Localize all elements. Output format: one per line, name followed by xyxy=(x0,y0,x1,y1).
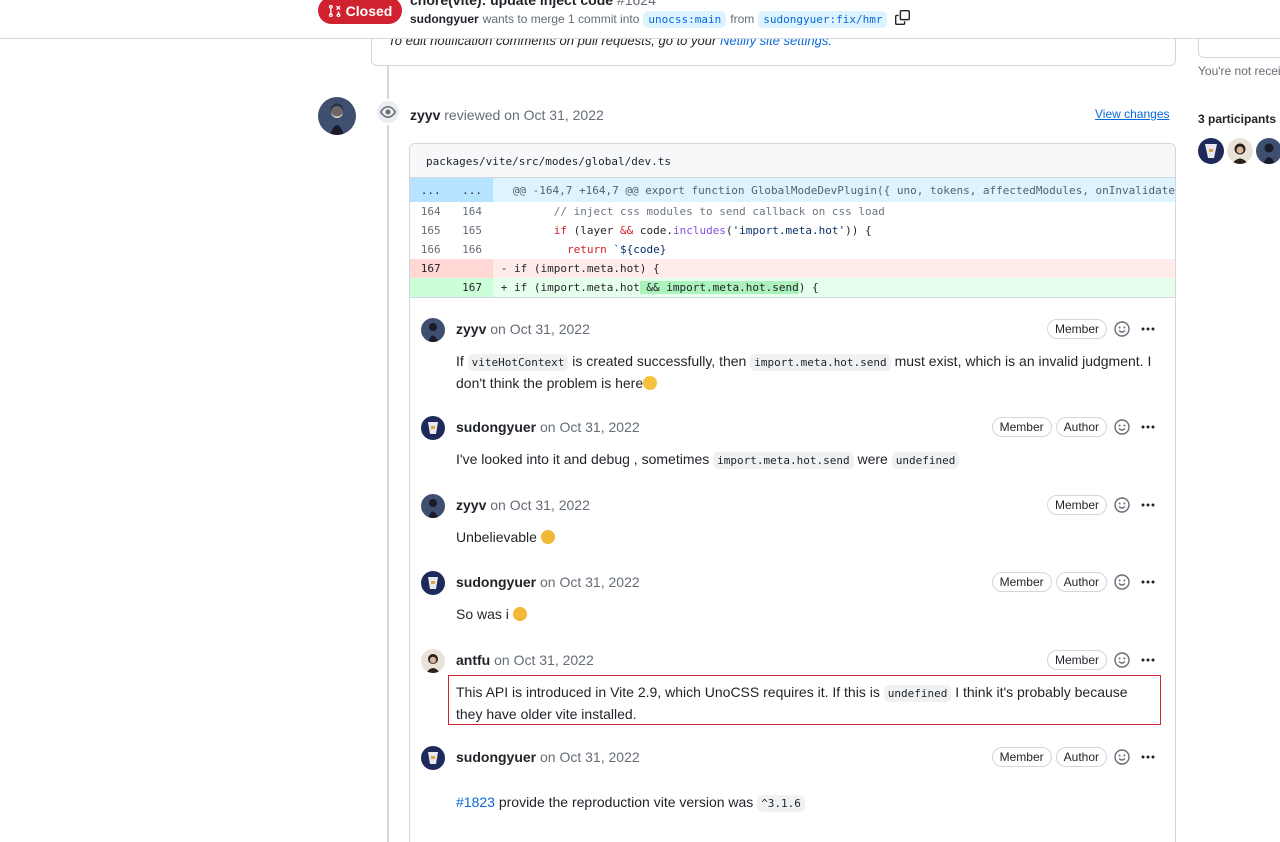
member-badge: Member xyxy=(991,417,1052,437)
smiley-icon[interactable] xyxy=(1111,494,1133,516)
comment-author[interactable]: antfu xyxy=(456,652,490,668)
comments-list: zyyv on Oct 31, 2022 Member If viteHotCo… xyxy=(410,297,1175,837)
avatar-sudongyuer[interactable] xyxy=(421,746,445,770)
issue-link[interactable]: #1823 xyxy=(456,794,495,810)
kebab-horizontal-icon[interactable] xyxy=(1137,494,1159,516)
comment-date[interactable]: on Oct 31, 2022 xyxy=(540,574,640,590)
sweat-smile-emoji-icon xyxy=(540,530,555,544)
avatar-zyyv[interactable] xyxy=(421,494,445,518)
pr-meta: sudongyuer wants to merge 1 commit into … xyxy=(410,10,911,28)
comment-date[interactable]: on Oct 31, 2022 xyxy=(540,749,640,765)
member-badge: Member xyxy=(991,572,1052,592)
pr-number: #1624 xyxy=(616,0,656,8)
smiley-icon[interactable] xyxy=(1111,416,1133,438)
diff-line-added: 167 + if (import.meta.hot && import.meta… xyxy=(410,278,1175,297)
reviewer-name[interactable]: zyyv xyxy=(410,107,440,123)
author-badge: Author xyxy=(1055,572,1107,592)
comment-author[interactable]: sudongyuer xyxy=(456,419,536,435)
participants-heading: 3 participants xyxy=(1198,112,1277,126)
comment-body: So was i xyxy=(456,604,1156,624)
diff-line-deleted: 167 - if (import.meta.hot) { xyxy=(410,259,1175,278)
comment-body: If viteHotContext is created successfull… xyxy=(456,353,1152,391)
head-branch[interactable]: sudongyuer:fix/hmr xyxy=(758,10,888,28)
kebab-horizontal-icon[interactable] xyxy=(1137,318,1159,340)
file-path[interactable]: packages/vite/src/modes/global/dev.ts xyxy=(410,144,1175,178)
smiley-icon[interactable] xyxy=(1111,318,1133,340)
rofl-emoji-icon xyxy=(512,607,527,621)
participant-avatar-antfu[interactable] xyxy=(1227,138,1253,164)
author-badge: Author xyxy=(1055,417,1107,437)
member-badge: Member xyxy=(1046,650,1107,670)
comment-date[interactable]: on Oct 31, 2022 xyxy=(490,497,590,513)
avatar-zyyv[interactable] xyxy=(421,318,445,342)
diff-line: 164 164 // inject css modules to send ca… xyxy=(420,205,885,218)
member-badge: Member xyxy=(991,747,1052,767)
view-changes-link[interactable]: View changes xyxy=(1095,107,1170,121)
sticky-header: Closed chore(vite): update inject code #… xyxy=(0,0,1280,39)
diff-table: ... ... @@ -164,7 +164,7 @@ export funct… xyxy=(410,178,1175,297)
comment-body: I've looked into it and debug , sometime… xyxy=(456,449,1156,471)
diff-line: 165 165 if (layer && code.includes('impo… xyxy=(420,224,872,237)
comment-author[interactable]: zyyv xyxy=(456,497,486,513)
pull-request-closed-icon xyxy=(328,4,341,17)
diff-line: 166 166 return `${code} xyxy=(420,243,667,256)
pr-title: chore(vite): update inject code #1624 xyxy=(410,0,656,8)
comment-body: #1823 provide the reproduction vite vers… xyxy=(456,792,1156,814)
comment-date[interactable]: on Oct 31, 2022 xyxy=(490,321,590,337)
timeline-line xyxy=(387,66,389,842)
eye-icon xyxy=(375,99,401,125)
comment-date[interactable]: on Oct 31, 2022 xyxy=(494,652,594,668)
author-badge: Author xyxy=(1055,747,1107,767)
avatar-sudongyuer[interactable] xyxy=(421,571,445,595)
kebab-horizontal-icon[interactable] xyxy=(1137,649,1159,671)
notification-status: You're not receiv xyxy=(1198,64,1280,78)
avatar-sudongyuer[interactable] xyxy=(421,416,445,440)
comment-date[interactable]: on Oct 31, 2022 xyxy=(540,419,640,435)
comment-body: This API is introduced in Vite 2.9, whic… xyxy=(456,684,1128,722)
comment-author[interactable]: sudongyuer xyxy=(456,749,536,765)
review-header: zyyv reviewed on Oct 31, 2022 xyxy=(410,107,604,123)
diff-hunk-row: ... ... @@ -164,7 +164,7 @@ export funct… xyxy=(410,178,1175,202)
avatar-antfu[interactable] xyxy=(421,649,445,673)
base-branch[interactable]: unocss:main xyxy=(643,10,727,28)
pr-author[interactable]: sudongyuer xyxy=(410,12,479,26)
thinking-emoji-icon xyxy=(643,376,658,390)
comment-author[interactable]: sudongyuer xyxy=(456,574,536,590)
kebab-horizontal-icon[interactable] xyxy=(1137,416,1159,438)
smiley-icon[interactable] xyxy=(1111,649,1133,671)
participant-avatar-sudongyuer[interactable] xyxy=(1198,138,1224,164)
participants-list xyxy=(1198,138,1280,164)
member-badge: Member xyxy=(1046,319,1107,339)
member-badge: Member xyxy=(1046,495,1107,515)
smiley-icon[interactable] xyxy=(1111,746,1133,768)
participant-avatar-zyyv[interactable] xyxy=(1256,138,1280,164)
expand-up-button[interactable]: ... xyxy=(410,178,452,202)
review-thread: packages/vite/src/modes/global/dev.ts ..… xyxy=(409,143,1176,842)
comment-body: Unbelievable xyxy=(456,527,1156,547)
kebab-horizontal-icon[interactable] xyxy=(1137,571,1159,593)
kebab-horizontal-icon[interactable] xyxy=(1137,746,1159,768)
state-badge-closed: Closed xyxy=(318,0,402,24)
smiley-icon[interactable] xyxy=(1111,571,1133,593)
expand-down-button[interactable]: ... xyxy=(451,178,493,202)
comment-author[interactable]: zyyv xyxy=(456,321,486,337)
hunk-header: @@ -164,7 +164,7 @@ export function Glob… xyxy=(492,178,1175,202)
copy-icon[interactable] xyxy=(895,10,911,28)
state-label: Closed xyxy=(345,2,393,19)
avatar-zyyv-reviewer[interactable] xyxy=(318,97,356,135)
